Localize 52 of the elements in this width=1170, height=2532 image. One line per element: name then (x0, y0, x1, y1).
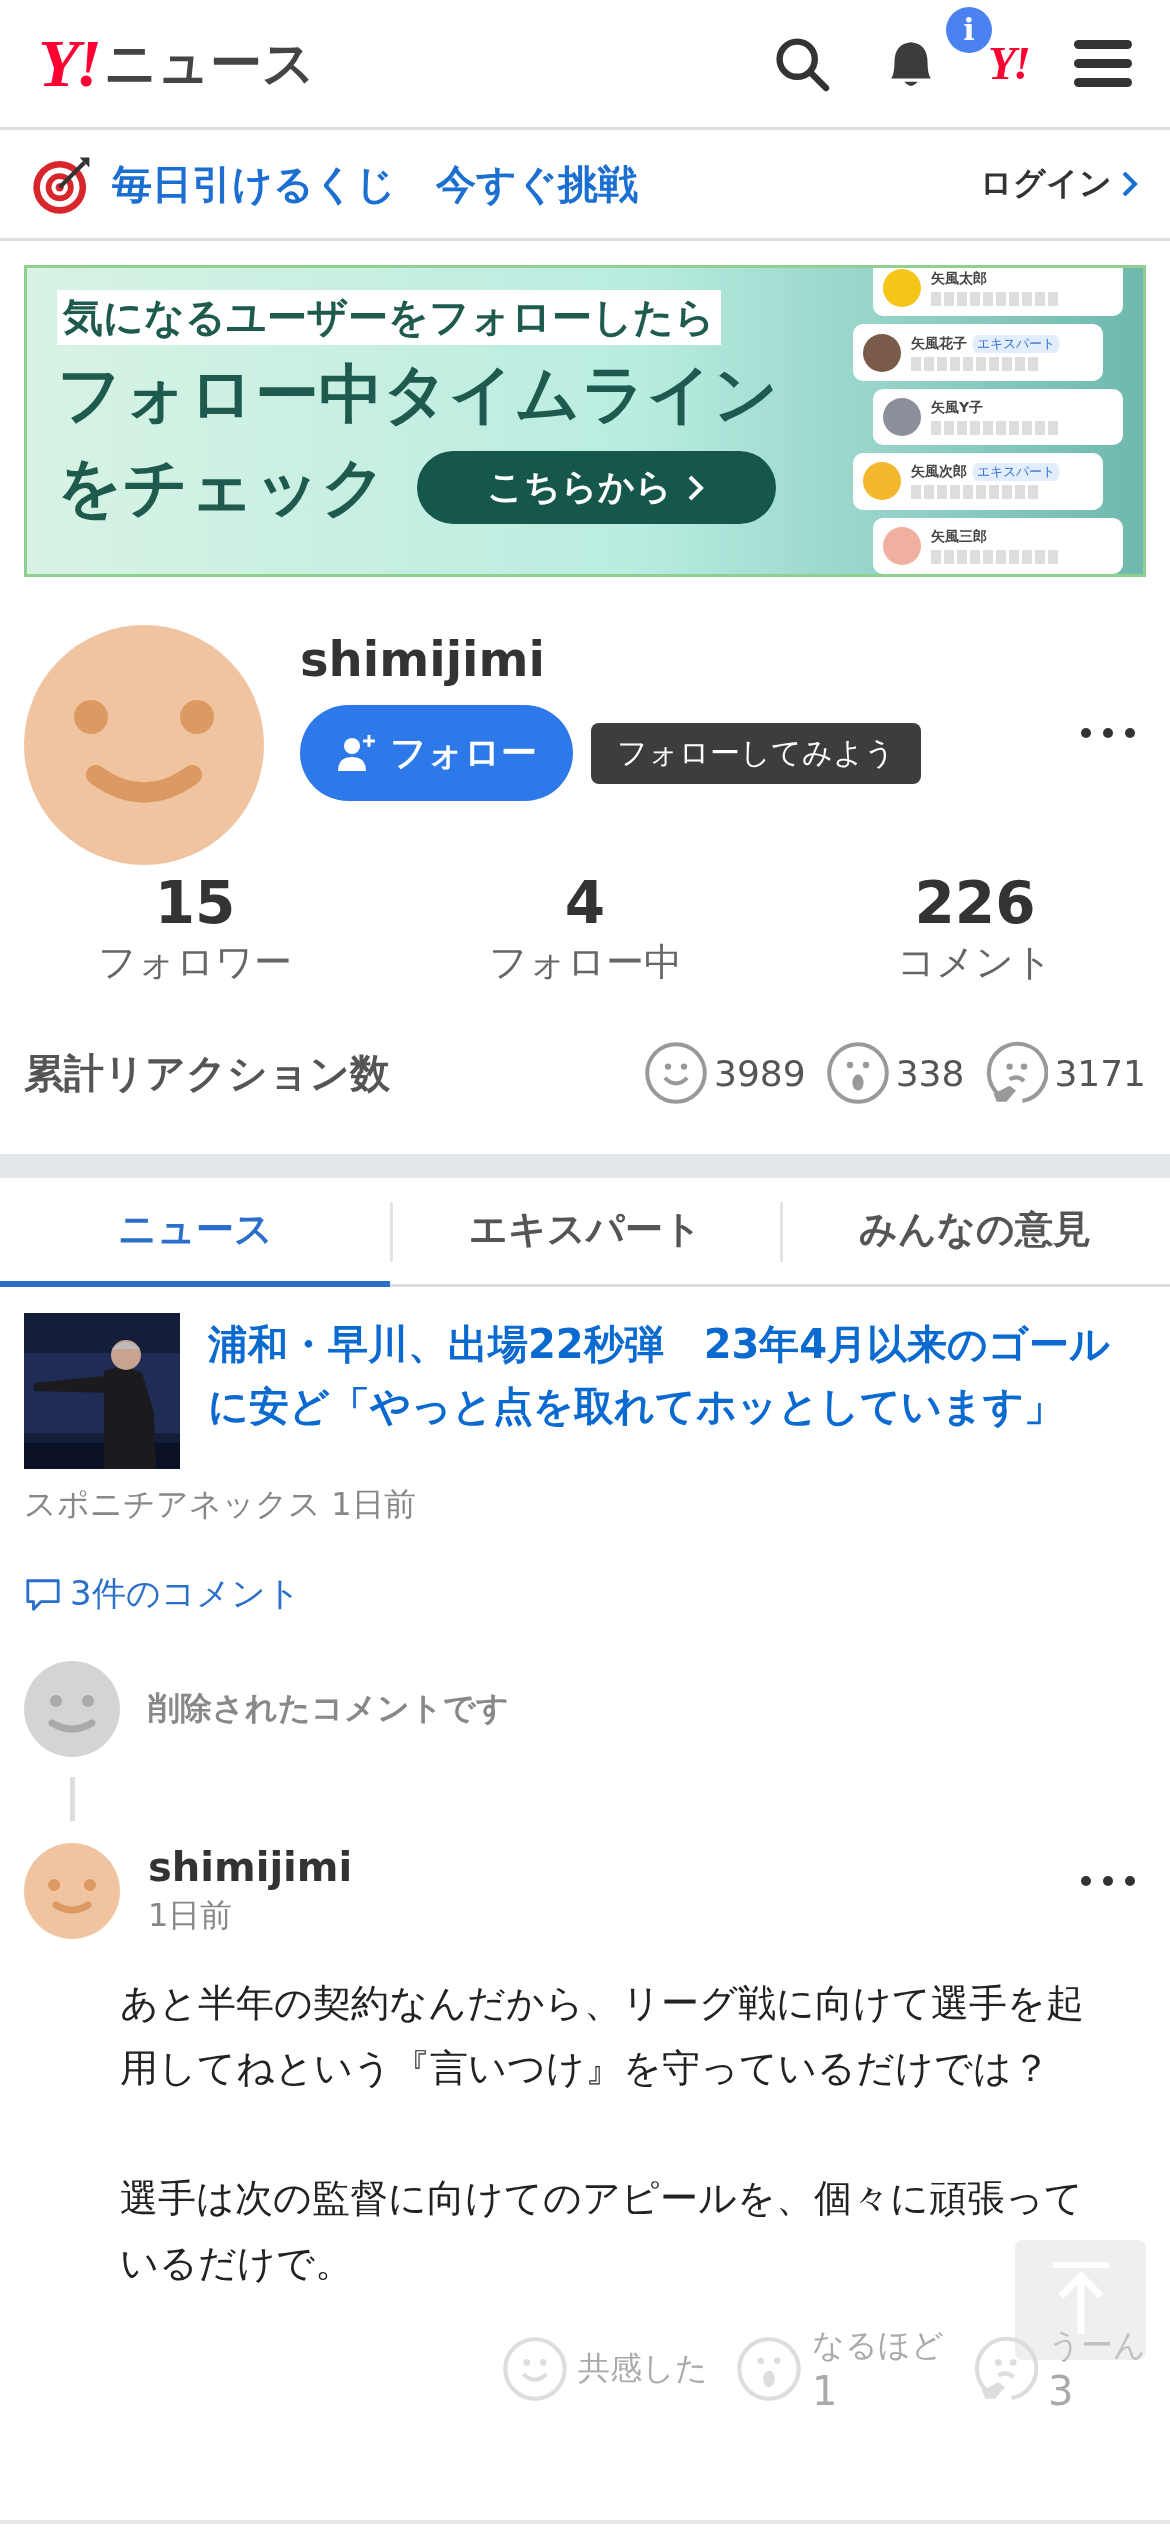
banner-headline: をチェック (57, 449, 387, 526)
more-icon[interactable] (1080, 1875, 1136, 1887)
reaction-count: 3989 (714, 1052, 806, 1094)
comment-text: あと半年の契約なんだから、リーグ戦に向けて選手を起用してねという『言いつけ』を守っているだけでは？ (120, 1980, 1085, 2093)
more-icon[interactable] (1080, 727, 1136, 739)
expert-badge: エキスパート (973, 334, 1059, 353)
avatar-icon (24, 1843, 120, 1939)
surprised-face-icon (736, 2336, 802, 2403)
thinking-face-icon (984, 1041, 1049, 1105)
username: shimijimi (300, 631, 547, 687)
reaction-count: 3171 (1054, 1052, 1146, 1094)
banner-headline: フォロー中タイムライン (57, 356, 780, 433)
article-source: スポニチアネックス 1日前 (24, 1484, 417, 1525)
avatar-icon (24, 625, 264, 865)
comment-text: 選手は次の監督に向けてのアピールを、個々に頑張っているだけで。 (120, 2174, 1084, 2288)
banner-button[interactable]: こちらから (417, 451, 776, 524)
thinking-face-icon (972, 2336, 1038, 2403)
stat-value: 4 (564, 869, 606, 937)
stat-label[interactable]: コメント (897, 937, 1053, 988)
stat-value: 15 (154, 869, 236, 937)
stat-label[interactable]: フォロー中 (488, 937, 682, 988)
surprised-face-icon (825, 1041, 890, 1105)
reactions-label: 累計リアクション数 (24, 1048, 390, 1098)
user-name: 矢風太郎 (931, 270, 987, 289)
chevron-right-icon (1120, 169, 1140, 199)
smile-face-icon (644, 1041, 709, 1105)
deleted-comment-text: 削除されたコメントです (148, 1688, 509, 1729)
comments-link[interactable]: 3件のコメント (24, 1571, 1146, 1617)
stat-label[interactable]: フォロワー (98, 937, 292, 988)
tab[interactable]: ニュース (0, 1178, 390, 1287)
tab[interactable]: みんなの意見 (780, 1178, 1170, 1287)
login-link[interactable]: ログイン (980, 162, 1140, 206)
reaction-count: 338 (895, 1052, 965, 1094)
comment-username[interactable]: shimijimi (148, 1844, 353, 1890)
user-name: 矢風Y子 (931, 399, 984, 417)
user-name: 矢風三郎 (931, 527, 987, 546)
banner-text: 気になるユーザーをフォローしたら (57, 290, 721, 345)
stat-value: 226 (914, 869, 1036, 937)
user-name: 矢風次郎 (911, 463, 967, 482)
smile-face-icon (502, 2336, 568, 2403)
user-name: 矢風花子 (911, 334, 967, 353)
yahoo-logo[interactable]: Y! (38, 24, 98, 103)
promo-banner[interactable]: 気になるユーザーをフォローしたら フォロー中タイムライン をチェック こちらから 矢風太郎 矢風花子 エキスパート 矢風Y子 矢風次郎 エキスパート 矢風三郎 (24, 265, 1146, 577)
article-title-link[interactable]: 浦和・早川、出場22秒弾 23年4月以来のゴールに安ど「やっと点を取れてホッとしています」 (208, 1313, 1146, 1437)
tab[interactable]: エキスパート (390, 1178, 780, 1287)
lottery-link[interactable]: 毎日引けるくじ 今すぐ挑戦 (112, 156, 638, 212)
logo-text: ニュース (104, 31, 315, 95)
follow-button[interactable]: フォロー (300, 705, 573, 801)
expert-badge: エキスパート (973, 463, 1059, 482)
tooltip: フォローしてみよう (591, 722, 921, 784)
avatar-icon (24, 1661, 120, 1757)
comment-time: 1日前 (148, 1895, 234, 1936)
